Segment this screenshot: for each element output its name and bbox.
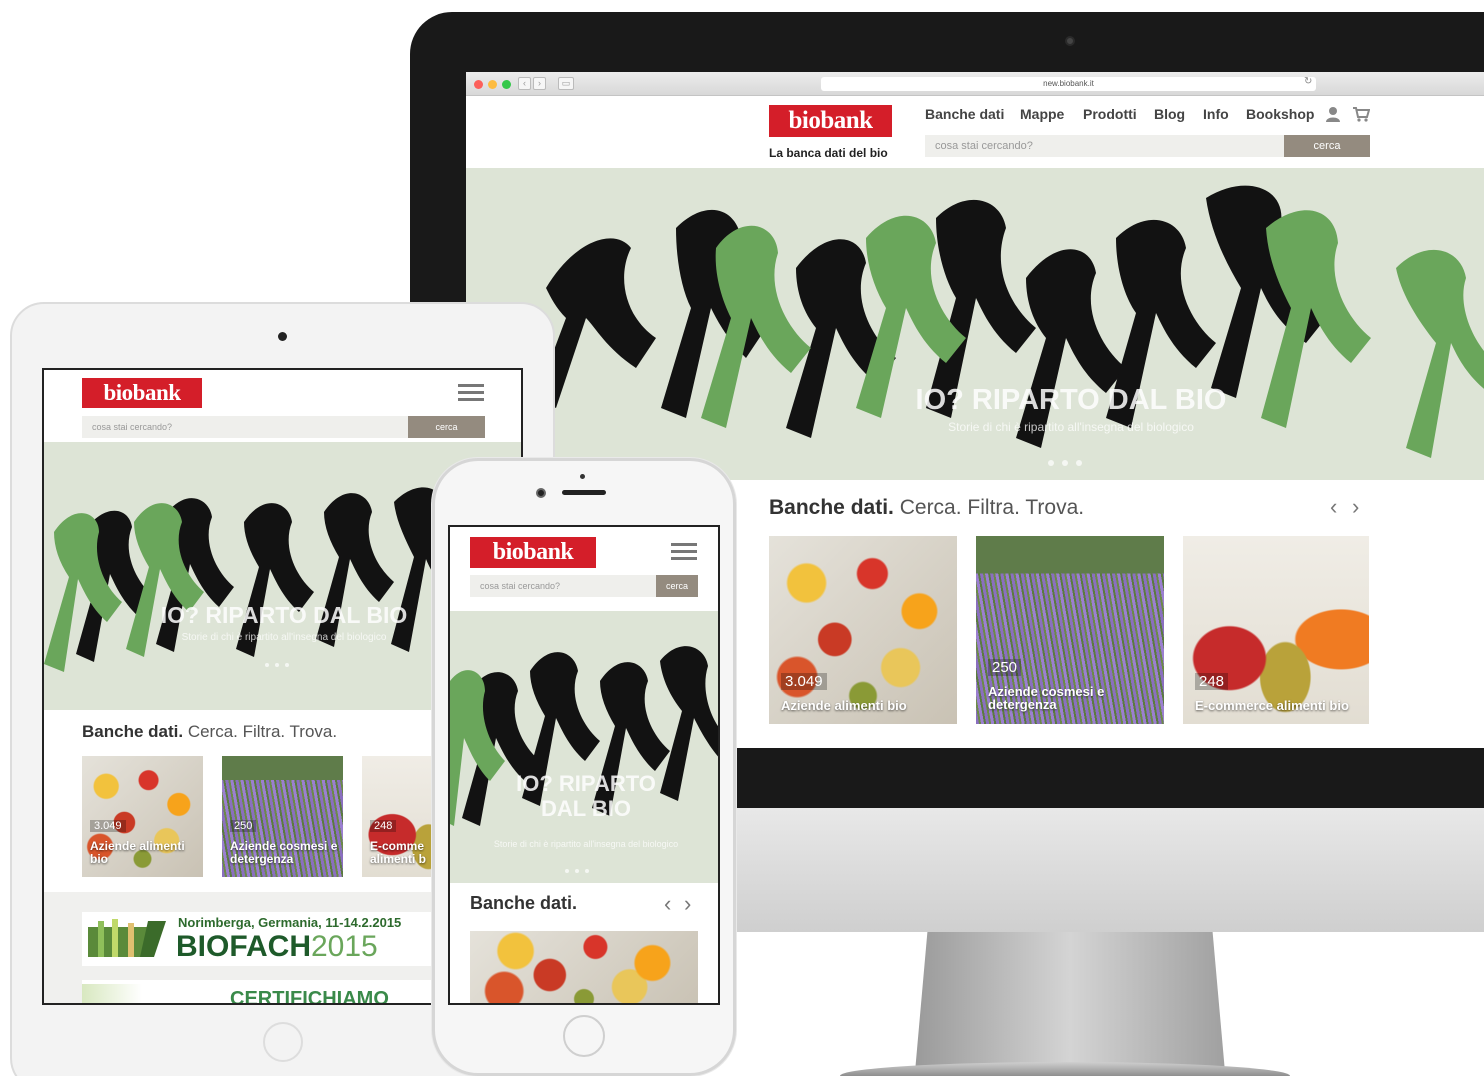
card-label: Aziende alimenti bio [781,698,907,713]
desktop-search-input[interactable]: cosa stai cercando? [925,135,1285,157]
biofach-banner[interactable]: Norimberga, Germania, 11-14.2.2015 BIOFA… [82,912,462,966]
nav-item-prodotti[interactable]: Prodotti [1083,106,1137,122]
prev-arrow-icon[interactable]: ‹ [1330,494,1337,520]
certifichiamo-title: CERTIFICHIAMO [230,988,389,1005]
reload-icon[interactable]: ↻ [1304,76,1312,87]
biofach-brand: BIOFACH [176,930,311,963]
section-title-bold: Banche dati. [769,496,894,519]
imac-camera [1065,36,1075,46]
zoom-window-button[interactable] [502,80,511,89]
phone-hero-subtitle: Storie di chi è ripartito all'insegna de… [493,839,679,849]
card-count: 3.049 [781,673,827,690]
section-title-rest: Cerca. Filtra. Trova. [187,722,338,741]
cart-icon[interactable] [1353,107,1370,122]
iphone-home-button[interactable] [563,1015,605,1057]
certification-logo [82,984,142,1003]
close-window-button[interactable] [474,80,483,89]
hero-pager-dots[interactable] [1044,453,1086,471]
nav-item-blog[interactable]: Blog [1154,106,1185,122]
card-count: 250 [230,820,257,832]
card-count: 248 [370,820,397,832]
phone-hero-title: IO? RIPARTO DAL BIO [470,771,702,821]
phone-pager-dots[interactable] [562,860,592,878]
tablet-hero-subtitle: Storie di chi è ripartito all'insegna de… [181,632,387,643]
tablet-card-aziende-alimenti[interactable]: 3.049 Aziende alimenti bio [82,756,203,877]
next-arrow-icon[interactable]: › [684,891,691,917]
card-label: Aziende cosmesi e detergenza [988,684,1105,712]
phone-card-aziende-alimenti[interactable] [470,931,698,1003]
site-logo[interactable]: biobank [769,105,892,137]
biofach-dates: Norimberga, Germania, 11-14.2.2015 [178,915,402,930]
imac-stand [915,932,1225,1072]
back-icon[interactable]: ‹ [518,77,531,90]
tablet-hero-title: IO? RIPARTO DAL BIO [160,602,408,628]
iphone-camera [536,488,546,498]
prev-arrow-icon[interactable]: ‹ [664,891,671,917]
section-title-rest: Cerca. Filtra. Trova. [899,496,1085,519]
card-count: 3.049 [90,820,126,832]
minimize-window-button[interactable] [488,80,497,89]
nav-item-banche-dati[interactable]: Banche dati [925,106,1004,122]
phone-hero-title-line2: DAL BIO [540,796,632,821]
hero-subtitle: Storie di chi è ripartito all'insegna de… [948,420,1194,434]
phone-screen: biobank cosa stai cercando? cerca IO? RI… [448,525,720,1005]
nav-item-info[interactable]: Info [1203,106,1229,122]
card-count: 248 [1195,673,1229,690]
tablet-card-aziende-cosmesi[interactable]: 250 Aziende cosmesi e detergenza [222,756,343,877]
phone-search-button[interactable]: cerca [656,575,698,597]
certifichiamo-banner[interactable]: CERTIFICHIAMO [82,980,462,1005]
card-count: 250 [988,659,1022,676]
tablet-logo[interactable]: biobank [82,378,202,408]
card-aziende-cosmesi[interactable]: 250 Aziende cosmesi e detergenza [976,536,1164,724]
iphone-speaker [562,490,606,495]
phone-search-input[interactable]: cosa stai cercando? [470,575,656,597]
hero-title: IO? RIPARTO DAL BIO [915,384,1227,416]
vegetables-icon [88,919,166,957]
hero-banner[interactable]: IO? RIPARTO DAL BIO Storie di chi è ripa… [466,168,1484,480]
site-tagline: La banca dati del bio [769,146,888,160]
iphone-sensor [580,474,585,479]
section-title-bold: Banche dati. [470,893,578,913]
address-bar[interactable]: new.biobank.it [821,77,1316,91]
phone-section-title: Banche dati. [470,893,577,914]
hamburger-menu-icon[interactable] [671,543,697,564]
tablet-search-button[interactable]: cerca [408,416,485,438]
device-showcase: ‹ › ▭ new.biobank.it ↻ biobank La banca … [0,0,1484,1076]
tablet-pager-dots[interactable] [262,654,292,672]
nav-item-bookshop[interactable]: Bookshop [1246,106,1314,122]
tablet-section-title: Banche dati. Cerca. Filtra. Trova. [82,722,337,742]
desktop-search-button[interactable]: cerca [1284,135,1370,157]
card-ecommerce[interactable]: 248 E-commerce alimenti bio [1183,536,1369,724]
browser-toolbar: ‹ › ▭ new.biobank.it ↻ [466,72,1484,96]
ipad-home-button[interactable] [263,1022,303,1062]
phone-hero-banner[interactable]: IO? RIPARTO DAL BIO Storie di chi è ripa… [450,611,718,883]
phone-logo[interactable]: biobank [470,537,596,568]
forward-icon[interactable]: › [533,77,546,90]
hamburger-menu-icon[interactable] [458,384,484,405]
tablet-search-input[interactable]: cosa stai cercando? [82,416,408,438]
biofach-title: BIOFACH2015 [176,930,378,964]
card-label: E-commerce alimenti bio [1195,698,1349,713]
card-label: E-comme alimenti b [370,839,427,866]
section-title-bold: Banche dati. [82,722,184,741]
nav-item-mappe[interactable]: Mappe [1020,106,1064,122]
ipad-camera [278,332,287,341]
biofach-year: 2015 [311,930,378,963]
section-title: Banche dati. Cerca. Filtra. Trova. [769,496,1084,520]
card-label: Aziende alimenti bio [90,839,185,866]
user-icon[interactable] [1325,106,1341,122]
phone-hero-title-line1: IO? RIPARTO [516,771,656,796]
card-aziende-alimenti[interactable]: 3.049 Aziende alimenti bio [769,536,957,724]
sidebar-icon[interactable]: ▭ [558,77,574,90]
card-label: Aziende cosmesi e detergenza [230,839,338,866]
next-arrow-icon[interactable]: › [1352,494,1359,520]
